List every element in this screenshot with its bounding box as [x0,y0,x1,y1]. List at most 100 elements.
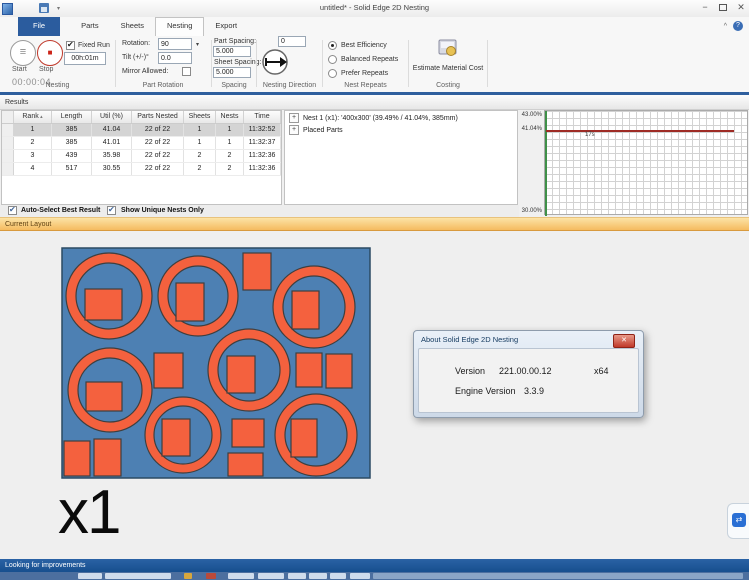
sheet-spacing-input[interactable] [213,67,251,78]
cell: 2 [184,163,216,175]
estimate-material-cost-button[interactable]: Estimate Material Cost [409,38,487,72]
row-selector[interactable] [2,137,14,149]
taskbar[interactable] [0,572,749,580]
column-header-util-[interactable]: Util (%) [92,111,132,123]
nested-rect-part[interactable] [228,453,263,476]
check-icon: ✔ [108,205,115,214]
nested-rect-part[interactable] [292,291,319,329]
taskbar-window-button[interactable] [288,573,306,579]
costing-group-label: Costing [409,82,487,89]
expand-icon[interactable]: + [289,125,299,135]
column-header-nests[interactable]: Nests [216,111,244,123]
nested-rect-part[interactable] [176,283,204,321]
table-row[interactable]: 138541.0422 of 221111:32:52 [2,124,281,137]
chart-plot: 17s [544,110,748,215]
nested-rect-part[interactable] [85,289,122,320]
tilt-input[interactable] [158,52,192,64]
chart-y-axis-line [545,111,547,216]
part-spacing-input[interactable] [213,46,251,57]
tree-item[interactable]: +Placed Parts [289,125,517,135]
direction-angle-input[interactable] [278,36,306,47]
mirror-allowed-checkbox[interactable] [182,67,191,76]
radio-option-balanced-repeats[interactable]: Balanced Repeats [328,55,398,64]
mirror-allowed-label: Mirror Allowed: [122,68,168,75]
taskbar-window-button[interactable] [228,573,254,579]
nested-rect-part[interactable] [291,419,317,457]
tab-export[interactable]: Export [204,17,248,36]
nested-rect-part[interactable] [94,439,121,476]
nested-rect-part[interactable] [86,382,122,411]
taskbar-window-button[interactable] [309,573,327,579]
help-icon[interactable]: ? [733,21,743,31]
close-button[interactable]: ✕ [733,1,749,13]
tab-file[interactable]: File [18,17,60,36]
show-unique-nests-checkbox[interactable]: ✔ [107,206,116,215]
taskbar-window-button[interactable] [350,573,370,579]
restore-button[interactable] [715,1,731,13]
taskbar-window-button[interactable] [184,573,192,579]
table-row[interactable]: 238541.0122 of 221111:32:37 [2,137,281,150]
radio-label: Balanced Repeats [341,56,398,63]
material-cost-icon [437,38,459,58]
status-text: Looking for improvements [5,562,86,569]
nested-rect-part[interactable] [154,353,183,388]
chart-tick-label: 41.04% [522,126,542,132]
start-button[interactable]: ≡ [10,40,36,66]
chevron-down-icon[interactable]: ▾ [196,41,199,48]
taskbar-window-button[interactable] [330,573,346,579]
run-time-input[interactable] [64,52,106,65]
nested-rect-part[interactable] [243,253,271,290]
column-header-parts-nested[interactable]: Parts Nested [132,111,184,123]
taskbar-window-button[interactable] [78,573,102,579]
row-selector[interactable] [2,124,14,136]
nest-repeats-group-label: Nest Repeats [323,82,408,89]
tab-sheets[interactable]: Sheets [110,17,155,36]
expand-icon[interactable]: + [289,113,299,123]
cell: 1 [184,137,216,149]
nested-rect-part[interactable] [64,441,90,476]
column-header-rank[interactable]: Rank ▴ [14,111,52,123]
fixed-run-checkbox[interactable]: ✔ [66,41,75,50]
collapse-ribbon-icon[interactable]: ^ [724,23,727,30]
row-selector[interactable] [2,150,14,162]
nested-rect-part[interactable] [232,419,264,447]
rotation-select[interactable] [158,38,192,50]
auto-select-best-result-checkbox[interactable]: ✔ [8,206,17,215]
taskbar-window-button[interactable] [258,573,284,579]
nested-rect-part[interactable] [227,356,255,393]
nesting-direction-group-label: Nesting Direction [257,82,322,89]
table-row[interactable]: 343935.9822 of 222211:32:36 [2,150,281,163]
radio-option-best-efficiency[interactable]: Best Efficiency [328,41,398,50]
taskbar-window-button[interactable] [206,573,216,579]
nested-rect-part[interactable] [326,354,352,388]
current-layout-header: Current Layout [0,217,749,231]
about-dialog-close-button[interactable]: ✕ [613,334,635,348]
row-selector[interactable] [2,163,14,175]
tree-item[interactable]: +Nest 1 (x1): '400x300' (39.49% / 41.04%… [289,113,517,123]
column-header-length[interactable]: Length [52,111,92,123]
cell: 2 [216,150,244,162]
fixed-run-label: Fixed Run [78,42,110,49]
stop-button[interactable]: ■ [37,40,63,66]
remote-control-tab[interactable]: ⇄ [727,503,749,539]
layout-canvas[interactable]: x1 About Solid Edge 2D Nesting ✕ Version… [0,231,749,559]
cell: 2 [184,150,216,162]
column-header-sheets[interactable]: Sheets [184,111,216,123]
radio-option-prefer-repeats[interactable]: Prefer Repeats [328,69,398,78]
ribbon-tabs: File PartsSheetsNestingExport [18,17,248,36]
cell: 35.98 [92,150,132,162]
table-row[interactable]: 451730.5522 of 222211:32:36 [2,163,281,176]
tab-nesting[interactable]: Nesting [155,17,204,36]
nest-sheet-svg[interactable] [61,247,372,480]
table-header-row: Rank ▴LengthUtil (%)Parts NestedSheetsNe… [2,111,281,124]
nested-rect-part[interactable] [296,353,322,387]
taskbar-window-button[interactable] [373,573,743,579]
column-header-time[interactable]: Time [244,111,281,123]
ribbon-group-nest-repeats: Best Efficiency Balanced Repeats Prefer Re… [323,36,408,92]
minimize-button[interactable]: − [697,1,713,13]
nesting-direction-icon[interactable] [260,47,290,77]
nested-rect-part[interactable] [162,419,190,456]
taskbar-window-button[interactable] [105,573,171,579]
tab-parts[interactable]: Parts [70,17,110,36]
chart-y-axis-labels: 43.00%41.04%30.00% [519,110,543,217]
